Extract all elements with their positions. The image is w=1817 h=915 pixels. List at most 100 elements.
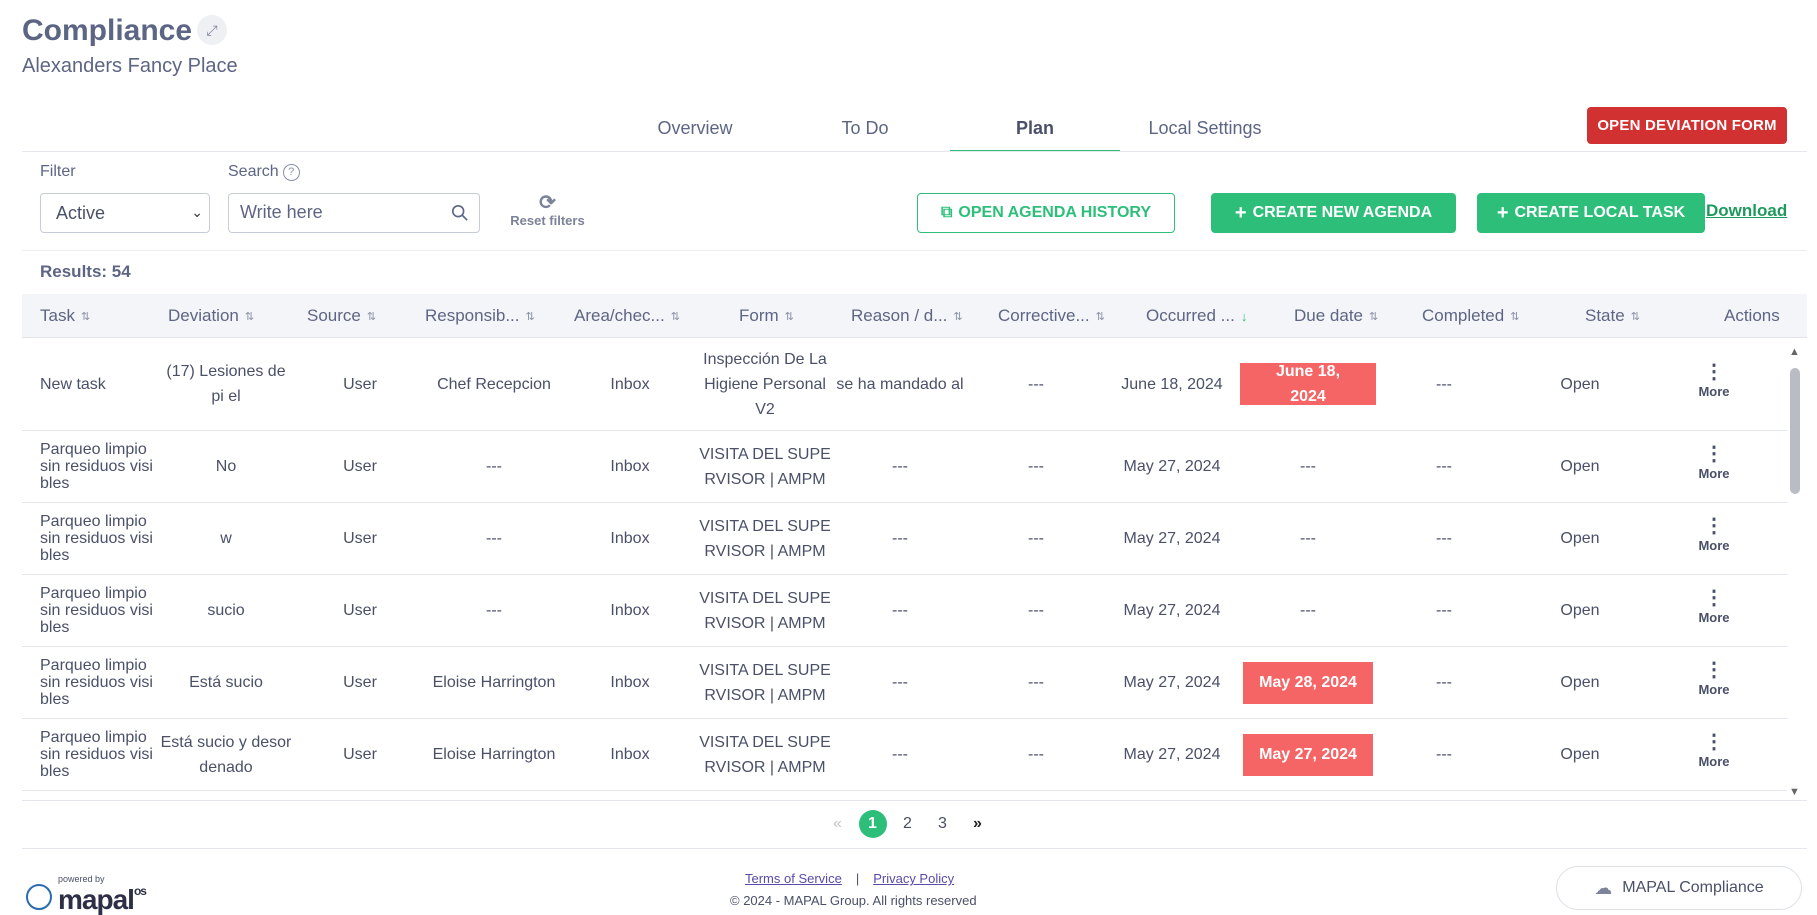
expand-icon[interactable]: ⤢ bbox=[197, 15, 227, 45]
table-row[interactable]: Parqueo limpio sin residuos visi bles Es… bbox=[22, 719, 1787, 791]
kebab-icon: ⋮ bbox=[1704, 659, 1724, 681]
overdue-badge: June 18, 2024 bbox=[1240, 363, 1376, 405]
column-header-reason[interactable]: Reason / d... ⇅ bbox=[851, 294, 963, 338]
column-header-due-date[interactable]: Due date ⇅ bbox=[1294, 294, 1378, 338]
mapal-logo: mapalos bbox=[58, 884, 147, 915]
kebab-icon: ⋮ bbox=[1704, 360, 1724, 383]
pagination-next[interactable]: » bbox=[960, 810, 995, 838]
open-agenda-history-button[interactable]: ⧉ OPEN AGENDA HISTORY bbox=[917, 193, 1175, 233]
cell-responsible: Chef Recepcion bbox=[437, 375, 551, 393]
table-row[interactable]: Parqueo limpio sin residuos visi bles su… bbox=[22, 575, 1787, 647]
table-row[interactable]: Parqueo limpio sin residuos visi bles w … bbox=[22, 503, 1787, 575]
cell-corrective: --- bbox=[1028, 375, 1044, 393]
column-header-task[interactable]: Task ⇅ bbox=[40, 294, 90, 338]
cell-source: User bbox=[343, 602, 377, 619]
cell-due-date: --- bbox=[1300, 602, 1316, 619]
cell-due-date: June 18, 2024 bbox=[1240, 338, 1376, 430]
kebab-icon: ⋮ bbox=[1704, 443, 1724, 465]
footer-links: Terms of Service | Privacy Policy bbox=[745, 871, 954, 886]
sort-icon: ⇅ bbox=[953, 310, 963, 323]
cell-reason: --- bbox=[892, 674, 908, 691]
column-header-occurred[interactable]: Occurred ... ↓ bbox=[1146, 294, 1247, 338]
sort-icon: ⇅ bbox=[1630, 310, 1640, 323]
divider bbox=[22, 151, 1807, 152]
cell-source: User bbox=[343, 530, 377, 547]
reset-filters-button[interactable]: ⟳ Reset filters bbox=[500, 193, 595, 228]
column-header-deviation[interactable]: Deviation ⇅ bbox=[168, 294, 254, 338]
mapal-compliance-button[interactable]: ☁ MAPAL Compliance bbox=[1556, 866, 1802, 910]
search-input[interactable] bbox=[240, 194, 450, 230]
pagination-page-2[interactable]: 2 bbox=[890, 810, 925, 838]
tab-local-settings[interactable]: Local Settings bbox=[1120, 108, 1290, 152]
tab-overview[interactable]: Overview bbox=[610, 108, 780, 152]
more-actions-button[interactable]: ⋮ More bbox=[1674, 431, 1754, 502]
cell-deviation: sucio bbox=[207, 602, 245, 619]
cell-deviation: Está sucio y desor denado bbox=[160, 733, 292, 776]
search-icon[interactable] bbox=[451, 204, 469, 222]
column-header-actions: Actions bbox=[1724, 306, 1780, 325]
more-actions-button[interactable]: ⋮ More bbox=[1674, 503, 1754, 574]
download-link[interactable]: Download bbox=[1706, 201, 1787, 221]
cell-completed: --- bbox=[1436, 458, 1452, 475]
cell-responsible: --- bbox=[486, 458, 502, 475]
create-new-agenda-button[interactable]: + CREATE NEW AGENDA bbox=[1211, 193, 1456, 233]
column-header-state[interactable]: State ⇅ bbox=[1585, 294, 1640, 338]
cell-completed: --- bbox=[1436, 375, 1452, 393]
sort-icon: ⇅ bbox=[670, 310, 680, 323]
table-scrollbar[interactable]: ▲ ▼ bbox=[1789, 346, 1801, 798]
cloud-icon: ☁ bbox=[1594, 877, 1613, 898]
tab-todo[interactable]: To Do bbox=[780, 108, 950, 152]
column-header-corrective[interactable]: Corrective... ⇅ bbox=[998, 294, 1105, 338]
filter-label: Filter bbox=[40, 163, 76, 180]
cell-completed: --- bbox=[1436, 674, 1452, 691]
copyright: © 2024 - MAPAL Group. All rights reserve… bbox=[730, 893, 977, 908]
cell-area: Inbox bbox=[610, 458, 650, 475]
cell-responsible: --- bbox=[486, 602, 502, 619]
table-row[interactable]: Parqueo limpio sin residuos visi bles Es… bbox=[22, 647, 1787, 719]
sort-icon: ⇅ bbox=[1095, 310, 1105, 323]
reset-filters-label: Reset filters bbox=[510, 213, 585, 228]
cell-deviation: Está sucio bbox=[189, 674, 263, 691]
column-header-form[interactable]: Form ⇅ bbox=[739, 294, 794, 338]
cell-area: Inbox bbox=[610, 375, 650, 393]
create-local-task-button[interactable]: + CREATE LOCAL TASK bbox=[1477, 193, 1705, 233]
cell-deviation: No bbox=[215, 458, 237, 475]
tab-plan[interactable]: Plan bbox=[950, 108, 1120, 152]
open-deviation-form-button[interactable]: OPEN DEVIATION FORM bbox=[1587, 107, 1787, 144]
pagination-page-3[interactable]: 3 bbox=[925, 810, 960, 838]
cell-form: Inspección De La Higiene Personal V2 bbox=[703, 350, 827, 418]
table-row[interactable]: Parqueo limpio sin residuos visi bles No… bbox=[22, 431, 1787, 503]
cell-occurred: May 27, 2024 bbox=[1123, 530, 1221, 547]
scroll-up-icon[interactable]: ▲ bbox=[1789, 346, 1800, 358]
pagination-page-1[interactable]: 1 bbox=[855, 810, 890, 838]
more-actions-button[interactable]: ⋮ More bbox=[1674, 647, 1754, 718]
filter-select[interactable]: Active ⌄ bbox=[40, 193, 210, 233]
help-icon[interactable]: ? bbox=[282, 163, 300, 181]
column-header-area[interactable]: Area/chec... ⇅ bbox=[574, 294, 680, 338]
cell-occurred: May 27, 2024 bbox=[1123, 458, 1221, 475]
kebab-icon: ⋮ bbox=[1704, 515, 1724, 537]
terms-link[interactable]: Terms of Service bbox=[745, 871, 842, 886]
cell-area: Inbox bbox=[610, 530, 650, 547]
cell-corrective: --- bbox=[1028, 674, 1044, 691]
cell-source: User bbox=[343, 458, 377, 475]
cell-responsible: --- bbox=[486, 530, 502, 547]
pagination-prev[interactable]: « bbox=[820, 810, 855, 838]
more-actions-button[interactable]: ⋮ More bbox=[1674, 719, 1754, 790]
privacy-link[interactable]: Privacy Policy bbox=[873, 871, 954, 886]
more-actions-button[interactable]: ⋮ More bbox=[1674, 338, 1754, 430]
column-header-completed[interactable]: Completed ⇅ bbox=[1422, 294, 1519, 338]
cell-reason: --- bbox=[892, 530, 908, 547]
page-title: Compliance bbox=[22, 14, 193, 47]
cell-corrective: --- bbox=[1028, 530, 1044, 547]
scroll-down-icon[interactable]: ▼ bbox=[1789, 786, 1800, 798]
sort-icon: ⇅ bbox=[525, 310, 535, 323]
more-actions-button[interactable]: ⋮ More bbox=[1674, 575, 1754, 646]
column-header-source[interactable]: Source ⇅ bbox=[307, 294, 376, 338]
search-box bbox=[228, 193, 480, 233]
table-row[interactable]: New task (17) Lesiones de pi el User Che… bbox=[22, 338, 1787, 431]
cell-task: Parqueo limpio sin residuos visi bles bbox=[40, 729, 153, 780]
scrollbar-thumb[interactable] bbox=[1790, 368, 1800, 494]
column-header-responsible[interactable]: Responsib... ⇅ bbox=[425, 294, 535, 338]
cell-state: Open bbox=[1560, 602, 1600, 619]
